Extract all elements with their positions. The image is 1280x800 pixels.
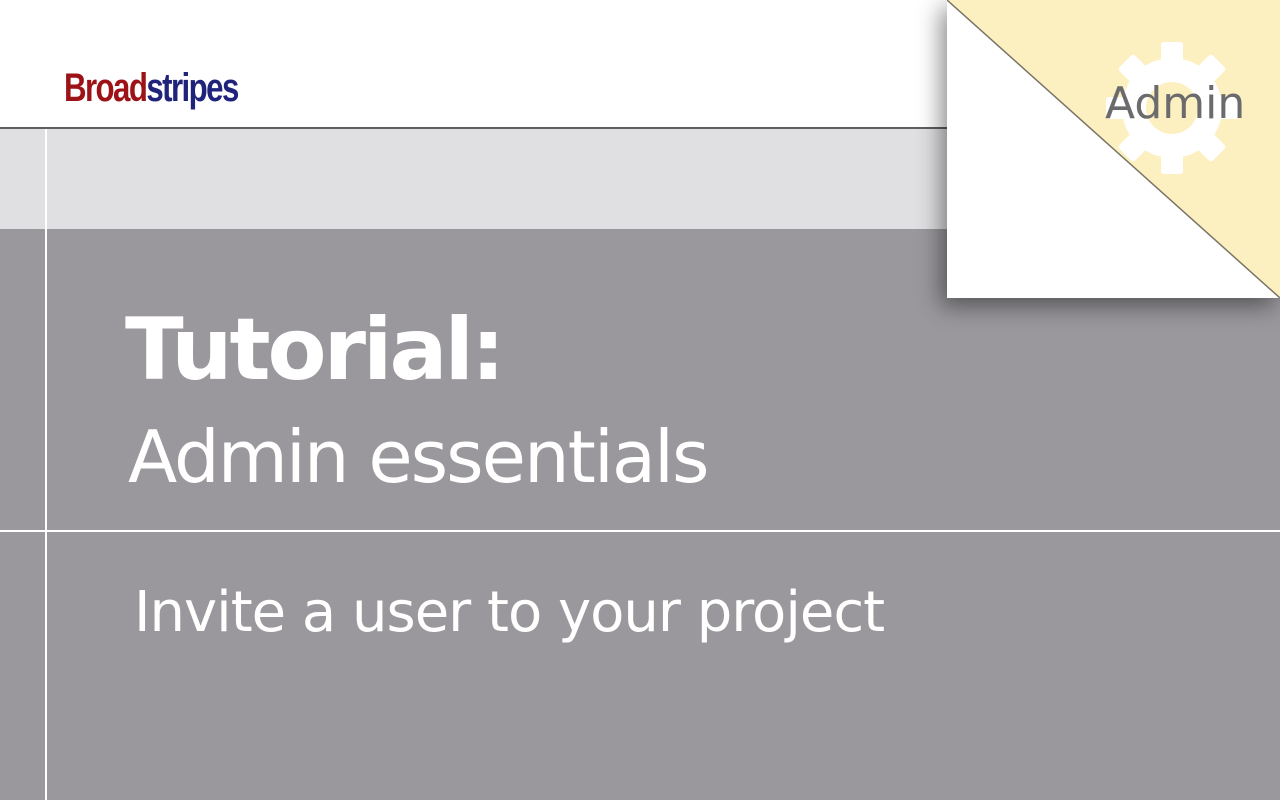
slide-subtitle: Invite a user to your project [134,580,885,645]
admin-label: Admin [1105,78,1246,129]
logo-broad-text: Broad [64,66,148,110]
admin-corner-badge: Admin [947,0,1280,298]
slide-title: Tutorial: [125,300,505,400]
horizontal-guide-line [0,530,1280,532]
broadstripes-logo: Broadstripes [64,64,239,112]
slide-title-sub: Admin essentials [128,415,709,499]
corner-badge-graphic [947,0,1280,298]
vertical-guide-line [45,129,47,800]
logo-stripes-text: stripes [146,66,239,110]
